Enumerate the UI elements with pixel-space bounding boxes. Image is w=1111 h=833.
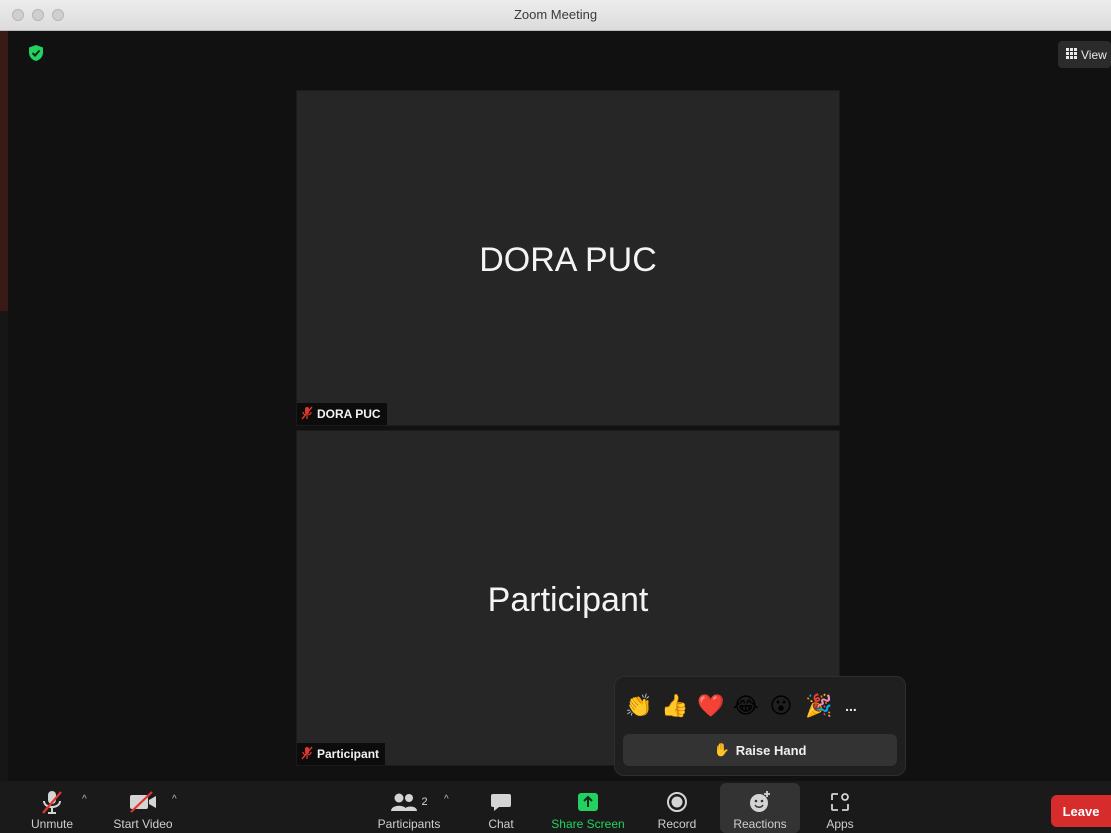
- tile-display-name: Participant: [487, 581, 649, 619]
- leave-button[interactable]: Leave: [1051, 795, 1111, 827]
- open-mouth-emoji-button[interactable]: 😮: [769, 693, 793, 719]
- record-icon: [666, 787, 688, 817]
- security-shield-icon[interactable]: [28, 44, 44, 62]
- window-title-bar: Zoom Meeting: [0, 0, 1111, 31]
- muted-microphone-icon: [39, 787, 65, 817]
- start-video-button[interactable]: Start Video: [108, 781, 178, 833]
- participants-options-chevron-up-icon[interactable]: ^: [444, 794, 449, 805]
- audio-options-chevron-up-icon[interactable]: ^: [82, 794, 87, 805]
- reactions-popup: 👏 👍 ❤️ 😂 😮 🎉 ... ✋ Raise Hand: [614, 676, 906, 776]
- participants-icon: 2: [390, 787, 428, 817]
- video-options-chevron-up-icon[interactable]: ^: [172, 794, 177, 805]
- raise-hand-button[interactable]: ✋ Raise Hand: [623, 734, 897, 766]
- clapping-hands-emoji-button[interactable]: 👏: [625, 693, 652, 719]
- record-button[interactable]: Record: [652, 781, 702, 833]
- apps-button[interactable]: Apps: [818, 781, 862, 833]
- tile-label-text: Participant: [317, 747, 380, 761]
- share-screen-button[interactable]: Share Screen: [546, 781, 630, 833]
- unmute-button[interactable]: Unmute: [26, 781, 78, 833]
- muted-mic-icon: [301, 746, 313, 763]
- participants-count: 2: [421, 796, 428, 808]
- tile-label-text: DORA PUC: [317, 407, 381, 421]
- apps-icon: [829, 787, 851, 817]
- participants-button[interactable]: 2 Participants: [370, 781, 448, 833]
- unmute-label: Unmute: [30, 817, 74, 831]
- video-tile-dora-puc[interactable]: DORA PUC DORA PUC: [296, 90, 840, 426]
- smiley-plus-icon: [748, 787, 772, 817]
- chat-bubble-icon: [490, 787, 512, 817]
- heart-emoji-button[interactable]: ❤️: [697, 693, 724, 719]
- participants-label: Participants: [377, 817, 441, 831]
- thumbs-up-emoji-button[interactable]: 👍: [661, 693, 688, 719]
- tears-of-joy-emoji-button[interactable]: 😂: [733, 693, 759, 719]
- video-off-camera-icon: [128, 787, 158, 817]
- record-label: Record: [657, 817, 697, 831]
- emoji-row: 👏 👍 ❤️ 😂 😮 🎉 ...: [625, 693, 861, 719]
- grid-icon: [1066, 47, 1077, 62]
- tile-name-label: Participant: [297, 743, 386, 765]
- window-title: Zoom Meeting: [513, 7, 598, 22]
- meeting-toolbar: Unmute ^ Start Video ^ 2 Participants ^: [0, 781, 1111, 833]
- chat-label: Chat: [488, 817, 514, 831]
- muted-mic-icon: [301, 406, 313, 423]
- reactions-button[interactable]: Reactions: [720, 783, 800, 833]
- raised-hand-icon: ✋: [713, 742, 730, 757]
- more-reactions-button[interactable]: ...: [841, 693, 861, 719]
- tile-display-name: DORA PUC: [479, 241, 657, 279]
- left-window-edge: [0, 31, 8, 781]
- party-popper-emoji-button[interactable]: 🎉: [805, 693, 832, 719]
- share-screen-label: Share Screen: [551, 817, 625, 831]
- tile-name-label: DORA PUC: [297, 403, 387, 425]
- share-screen-arrow-icon: [577, 787, 599, 817]
- chat-button[interactable]: Chat: [480, 781, 522, 833]
- view-label: View: [1081, 47, 1107, 62]
- start-video-label: Start Video: [113, 817, 173, 831]
- apps-label: Apps: [826, 817, 854, 831]
- raise-hand-label: Raise Hand: [735, 742, 807, 758]
- view-button[interactable]: View: [1058, 41, 1111, 68]
- reactions-label: Reactions: [733, 817, 787, 831]
